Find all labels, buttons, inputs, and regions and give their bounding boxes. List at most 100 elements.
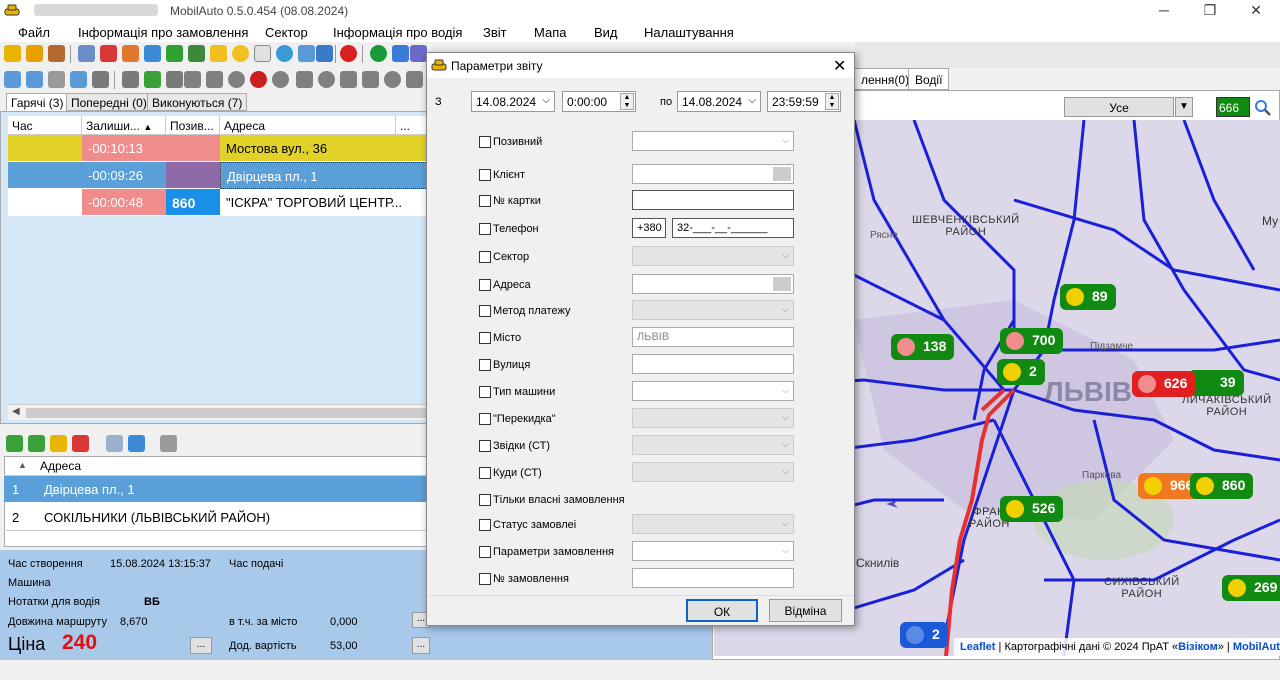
- leaflet-link[interactable]: Leaflet: [960, 641, 995, 653]
- move-up-icon[interactable]: [106, 435, 123, 452]
- puzzle-icon[interactable]: [166, 45, 183, 62]
- order-number-input[interactable]: [632, 568, 794, 588]
- gear-icon[interactable]: [318, 71, 335, 88]
- orders-hscrollbar[interactable]: ◀: [8, 404, 428, 420]
- undo-icon[interactable]: [272, 71, 289, 88]
- warning-icon[interactable]: [210, 45, 227, 62]
- from-date-picker[interactable]: 14.08.2024 ⌵: [471, 91, 555, 112]
- menu-sector[interactable]: Сектор: [265, 25, 308, 40]
- client-input[interactable]: [632, 164, 794, 184]
- remove-point-icon[interactable]: [72, 435, 89, 452]
- scroll-left-icon[interactable]: ◀: [12, 406, 20, 417]
- menu-map[interactable]: Мапа: [534, 25, 566, 40]
- list-item[interactable]: 2 СОКІЛЬНИКИ (ЛЬВІВСЬКИЙ РАЙОН): [4, 503, 430, 531]
- col-address[interactable]: Адреса: [220, 116, 396, 135]
- payment-method-select[interactable]: ⌵: [632, 300, 794, 320]
- to-time-input[interactable]: 23:59:59 ▲ ▼: [767, 91, 841, 112]
- phone-input[interactable]: 32-___-__-______: [672, 218, 794, 238]
- sector-checkbox[interactable]: [479, 251, 491, 263]
- tools-icon[interactable]: [410, 45, 427, 62]
- calculator-icon[interactable]: [78, 45, 95, 62]
- close-icon[interactable]: ✕: [833, 56, 846, 76]
- extra-more-button[interactable]: ...: [412, 637, 430, 654]
- add-icon[interactable]: [144, 71, 161, 88]
- menu-view[interactable]: Вид: [594, 25, 618, 40]
- tab-in-progress-orders[interactable]: Виконуються (7): [147, 93, 248, 111]
- col-order-time[interactable]: Час замов...: [8, 116, 82, 147]
- card-number-input[interactable]: [632, 190, 794, 210]
- taxi-icon[interactable]: [26, 45, 43, 62]
- copy-order-icon[interactable]: [48, 71, 65, 88]
- to-st-checkbox[interactable]: [479, 467, 491, 479]
- driver-marker[interactable]: 700: [1000, 328, 1064, 354]
- globe-icon[interactable]: [276, 45, 293, 62]
- price-more-button[interactable]: ...: [190, 637, 212, 654]
- order-params-checkbox[interactable]: [479, 546, 491, 558]
- client-checkbox[interactable]: [479, 169, 491, 181]
- dollar-icon[interactable]: [370, 45, 387, 62]
- address-lookup-button[interactable]: [773, 277, 791, 291]
- insert-point-icon[interactable]: [28, 435, 45, 452]
- from-st-select[interactable]: ⌵: [632, 435, 794, 455]
- image-icon[interactable]: [144, 45, 161, 62]
- driver-icon[interactable]: [4, 45, 21, 62]
- person-red-icon[interactable]: [100, 45, 117, 62]
- driver-marker[interactable]: 626: [1132, 371, 1196, 397]
- col-address-points[interactable]: Адреса: [40, 459, 81, 473]
- visicom-link[interactable]: Візіком: [1178, 641, 1218, 653]
- menu-settings[interactable]: Налаштування: [644, 25, 734, 40]
- mail-icon[interactable]: [254, 45, 271, 62]
- street-input[interactable]: [632, 354, 794, 374]
- mobilauto-link[interactable]: MobilAuto: [1233, 641, 1280, 653]
- address-checkbox[interactable]: [479, 279, 491, 291]
- order-number-checkbox[interactable]: [479, 573, 491, 585]
- client-lookup-button[interactable]: [773, 167, 791, 181]
- add-point-icon[interactable]: [6, 435, 23, 452]
- street-checkbox[interactable]: [479, 359, 491, 371]
- trash-icon[interactable]: [160, 435, 177, 452]
- puzzle-gray-icon[interactable]: [296, 71, 313, 88]
- tab-hot-orders[interactable]: Гарячі (3): [6, 93, 69, 111]
- edit-point-icon[interactable]: [50, 435, 67, 452]
- menu-driver-info[interactable]: Інформація про водія: [333, 25, 462, 40]
- send-order-icon[interactable]: [70, 71, 87, 88]
- move-down-icon[interactable]: [128, 435, 145, 452]
- driver-marker[interactable]: 269: [1222, 575, 1280, 601]
- briefcase-icon[interactable]: [48, 45, 65, 62]
- table-row[interactable]: [8, 189, 82, 216]
- cancel-button[interactable]: Відміна: [769, 599, 842, 622]
- tab-drivers[interactable]: Водії: [908, 68, 950, 90]
- driver-marker[interactable]: 89: [1060, 284, 1116, 310]
- box-icon[interactable]: [362, 71, 379, 88]
- table-row[interactable]: [8, 162, 82, 189]
- driver-marker[interactable]: 39: [1188, 370, 1244, 396]
- to-st-select[interactable]: ⌵: [632, 462, 794, 482]
- coin-icon[interactable]: [232, 45, 249, 62]
- to-date-picker[interactable]: 14.08.2024 ⌵: [677, 91, 761, 112]
- print-icon[interactable]: [92, 71, 109, 88]
- callsign-select[interactable]: ⌵: [632, 131, 794, 151]
- scroll-thumb[interactable]: [26, 408, 426, 418]
- close-window-button[interactable]: ✕: [1242, 2, 1270, 20]
- driver-marker[interactable]: 2: [997, 359, 1045, 385]
- driver-search-input[interactable]: 666: [1216, 97, 1250, 117]
- driver-marker[interactable]: 526: [1000, 496, 1064, 522]
- map-filter-select[interactable]: Усе: [1064, 97, 1174, 117]
- window-icon[interactable]: [122, 71, 139, 88]
- order-params-select[interactable]: ⌵: [632, 541, 794, 561]
- stop-icon[interactable]: [340, 45, 357, 62]
- maximize-button[interactable]: ❐: [1196, 2, 1224, 20]
- city-checkbox[interactable]: [479, 332, 491, 344]
- minimize-button[interactable]: ─: [1150, 2, 1178, 20]
- person-orange-icon[interactable]: [122, 45, 139, 62]
- ok-button[interactable]: ОК: [686, 599, 758, 622]
- car-type-select[interactable]: ⌵: [632, 381, 794, 401]
- menu-order-info[interactable]: Інформація про замовлення: [78, 25, 248, 40]
- from-time-input[interactable]: 0:00:00 ▲ ▼: [562, 91, 636, 112]
- address-input[interactable]: [632, 274, 794, 294]
- from-st-checkbox[interactable]: [479, 440, 491, 452]
- stack-icon[interactable]: [184, 71, 201, 88]
- order-status-checkbox[interactable]: [479, 519, 491, 531]
- time-spinner-icon[interactable]: ▲ ▼: [620, 93, 634, 110]
- wrench-icon[interactable]: [392, 45, 409, 62]
